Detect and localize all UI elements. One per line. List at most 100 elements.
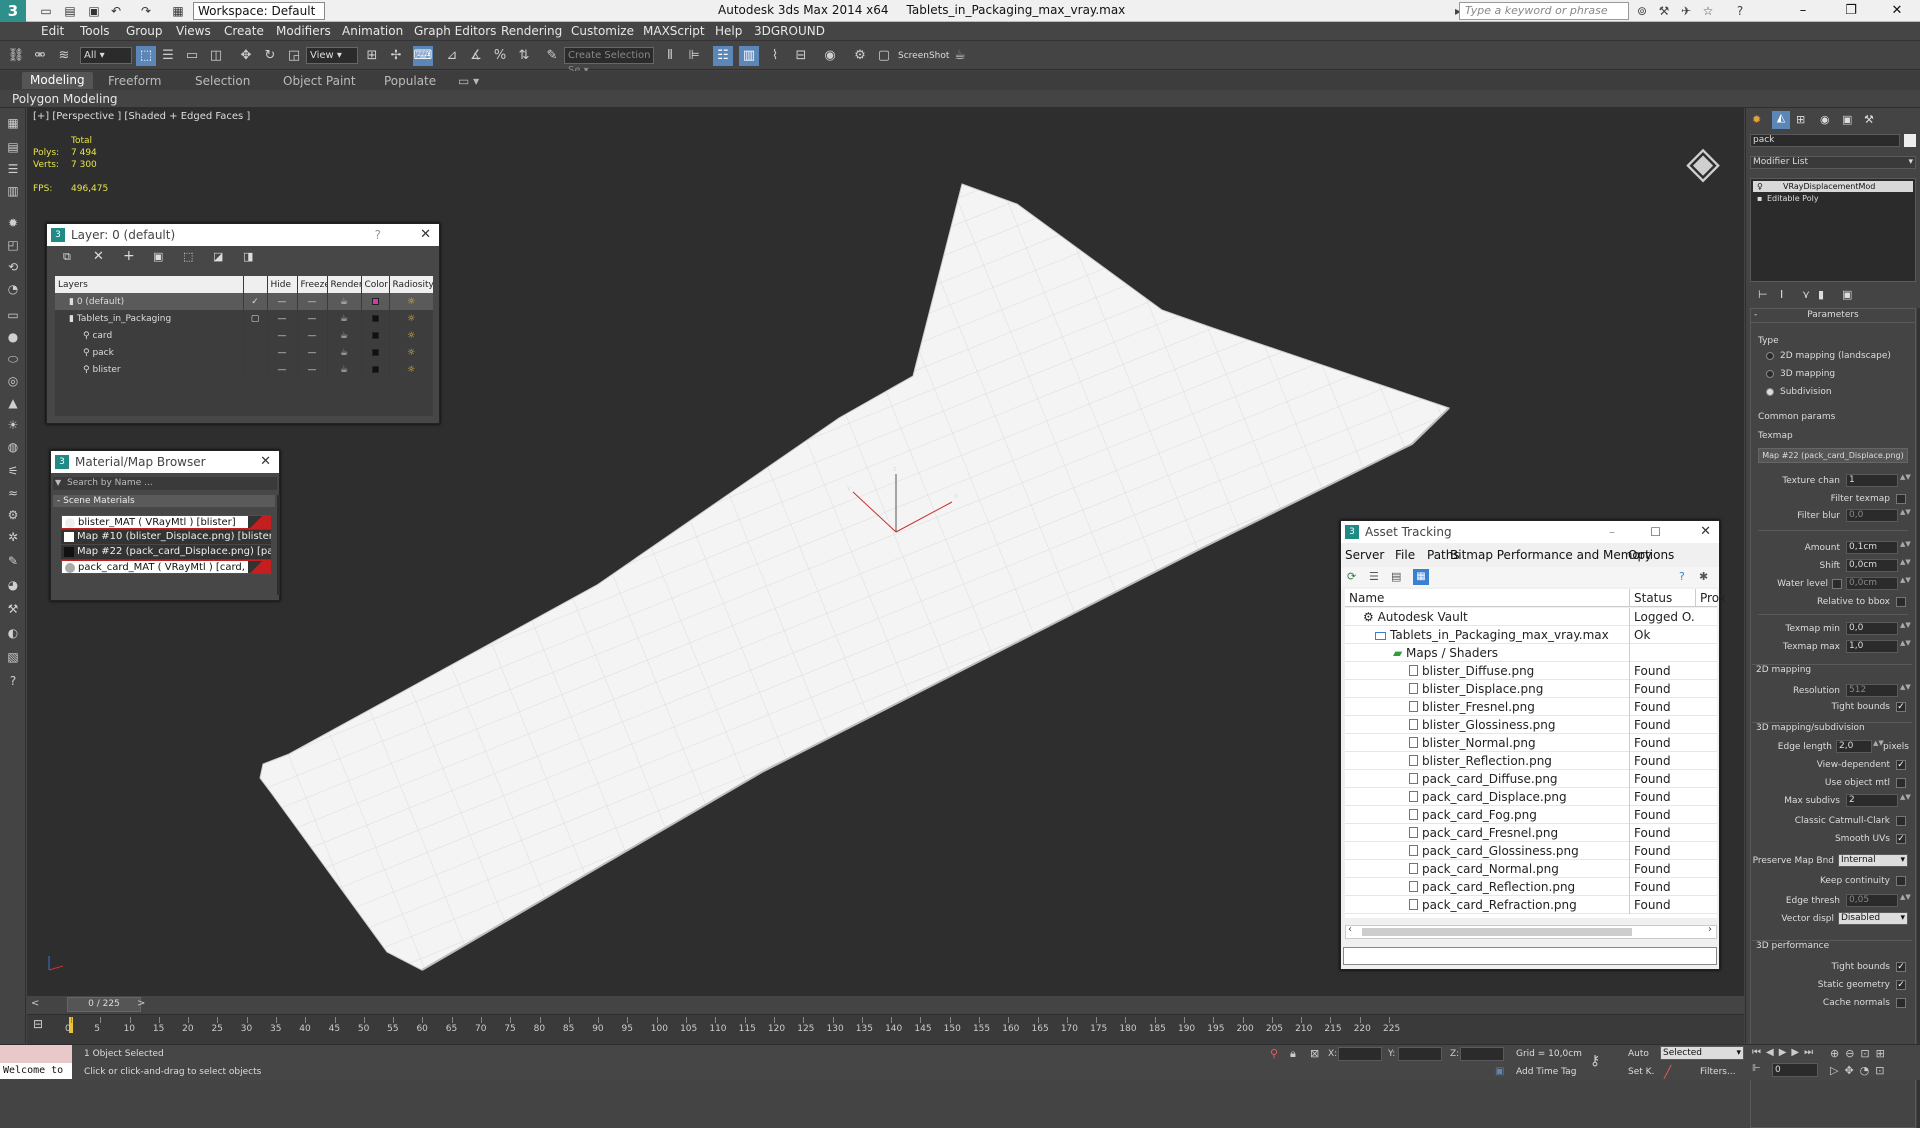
key-mode-icon[interactable]: ╱ (1664, 1065, 1671, 1079)
project-folder-icon[interactable]: ▦ (170, 3, 186, 19)
layer-current[interactable]: ▢ (243, 310, 268, 327)
filter-blur-field[interactable]: 0,0 (1846, 509, 1898, 522)
set-current-layer-icon[interactable]: ◪ (213, 250, 223, 263)
search-options-icon[interactable]: ▼ (55, 478, 61, 487)
delete-layer-icon[interactable]: ✕ (93, 249, 104, 264)
reference-coordinate-dropdown[interactable]: View ▾ (306, 47, 358, 64)
absolute-mode-icon[interactable]: ⊠ (1310, 1047, 1319, 1060)
lock-icon[interactable]: ⚲ (1270, 1047, 1278, 1060)
layer-explorer-icon[interactable]: ☰ (3, 160, 23, 178)
bind-space-warp-icon[interactable]: ≋ (54, 46, 74, 66)
cone-icon[interactable]: ▲ (3, 394, 23, 412)
menu-modifiers[interactable]: Modifiers (276, 24, 331, 38)
asset-row[interactable]: pack_card_Glossiness.png Found (1345, 842, 1717, 860)
add-to-layer-icon[interactable]: + (123, 248, 135, 264)
teapot-icon[interactable]: ☕ (327, 310, 362, 327)
workspace-dropdown[interactable]: Workspace: Default ▾ (193, 2, 325, 34)
create-layer-icon[interactable]: ⧉ (63, 250, 71, 264)
sun-icon[interactable]: ☀ (3, 416, 23, 434)
viewport-layout-icon[interactable]: ▦ (3, 114, 23, 132)
teapot-icon[interactable]: ☕ (327, 361, 362, 378)
tree-view-icon[interactable]: ▤ (1391, 570, 1401, 583)
amount-field[interactable]: 0,1cm (1846, 541, 1898, 554)
material-editor-icon[interactable]: ◉ (820, 46, 840, 66)
texmap-max-field[interactable]: 1,0 (1846, 640, 1898, 653)
selection-lock-icon[interactable]: 🔒︎ (1290, 1047, 1296, 1061)
menu-rendering[interactable]: Rendering (501, 24, 562, 38)
type-radio-3d[interactable] (1766, 370, 1774, 378)
select-manipulate-icon[interactable]: ✢ (386, 46, 406, 66)
cache-normals-checkbox[interactable] (1896, 998, 1906, 1008)
asset-row[interactable]: pack_card_Diffuse.png Found (1345, 770, 1717, 788)
object-color-swatch[interactable] (1904, 134, 1916, 147)
menu-views[interactable]: Views (176, 24, 211, 38)
minimize-icon[interactable]: – (1609, 521, 1615, 543)
list-view-icon[interactable]: ☰ (1369, 570, 1379, 583)
asset-row[interactable]: blister_Reflection.png Found (1345, 752, 1717, 770)
close-icon[interactable]: ✕ (420, 224, 431, 246)
col-layers[interactable]: Layers (55, 276, 244, 293)
asset-row[interactable]: blister_Normal.png Found (1345, 734, 1717, 752)
layer-name[interactable]: ⚲ card (55, 327, 244, 344)
water-level-field[interactable]: 0,0cm (1846, 577, 1898, 590)
screenshot-label[interactable]: ScreenShot (898, 51, 949, 61)
lightbulb-icon[interactable]: ♀ (1757, 181, 1763, 192)
asset-row[interactable]: blister_Fresnel.png Found (1345, 698, 1717, 716)
spinner-icon[interactable]: ▲▼ (1900, 577, 1911, 590)
x-coordinate-field[interactable] (1338, 1047, 1382, 1061)
selection-filter-dropdown[interactable]: All ▾ (80, 47, 132, 64)
system-icon[interactable]: ⚙ (3, 506, 23, 524)
select-link-icon[interactable]: ⛓ (6, 46, 26, 66)
radiosity-icon[interactable]: ☼ (389, 344, 433, 361)
col-proxy[interactable]: Prox (1695, 589, 1726, 607)
select-highlighted-icon[interactable]: ▣ (153, 250, 163, 263)
tight-bounds-2d-checkbox[interactable]: ✓ (1896, 702, 1906, 712)
layer-row[interactable]: ⚲ blister — — ☕ ☼ (55, 361, 433, 378)
snaps-toggle-icon[interactable]: ⊿ (442, 46, 462, 66)
shift-field[interactable]: 0,0cm (1846, 559, 1898, 572)
stack-item-editable-poly[interactable]: ▪ Editable Poly (1753, 193, 1913, 204)
time-tag-icon[interactable]: ▣ (1495, 1066, 1504, 1077)
y-coordinate-field[interactable] (1398, 1047, 1442, 1061)
close-icon[interactable]: ✕ (1700, 521, 1711, 543)
maxscript-listener-pink[interactable] (0, 1045, 72, 1063)
asset-row[interactable]: pack_card_Normal.png Found (1345, 860, 1717, 878)
named-selection-dropdown[interactable]: Create Selection Se ▾ (564, 47, 654, 76)
paint-icon[interactable]: ✎ (3, 552, 23, 570)
close-icon[interactable]: ✕ (1874, 0, 1920, 22)
asset-tracking-titlebar[interactable]: 3 Asset Tracking – ☐ ✕ (1341, 521, 1719, 543)
tab-populate[interactable]: Populate (384, 74, 436, 88)
layer-freeze-toggle[interactable]: — (297, 361, 328, 378)
asset-row[interactable]: Tablets_in_Packaging_max_vray.max Ok (1345, 626, 1717, 644)
spinner-icon[interactable]: ▲▼ (1900, 474, 1911, 487)
material-item[interactable]: blister_MAT ( VRayMtl ) [blister] (61, 515, 271, 529)
texture-chan-field[interactable]: 1 (1846, 474, 1898, 487)
layer-row[interactable]: ▮ Tablets_in_Packaging ▢ — — ☕ ☼ (55, 310, 433, 327)
asset-row[interactable]: pack_card_Displace.png Found (1345, 788, 1717, 806)
edit-named-selection-icon[interactable]: ✎ (542, 46, 562, 66)
time-prev-icon[interactable]: < (31, 998, 45, 1012)
layer-window-titlebar[interactable]: 3 Layer: 0 (default) ? ✕ (47, 224, 439, 246)
spinner-icon[interactable]: ▲▼ (1900, 622, 1911, 635)
collapse-icon[interactable]: - (1754, 310, 1757, 320)
table-view-icon[interactable]: ▦ (1413, 569, 1429, 585)
communication-center-icon[interactable]: ✈ (1677, 3, 1695, 19)
asset-row[interactable]: blister_Displace.png Found (1345, 680, 1717, 698)
percent-snap-icon[interactable]: % (490, 46, 510, 66)
make-unique-icon[interactable]: ⋎ (1802, 288, 1810, 301)
col-name[interactable]: Name (1349, 589, 1384, 607)
torus-icon[interactable]: ◎ (3, 372, 23, 390)
asset-row[interactable]: blister_Diffuse.png Found (1345, 662, 1717, 680)
select-by-name-icon[interactable]: ☰ (158, 46, 178, 66)
teapot-icon[interactable]: ☕ (327, 293, 362, 310)
track-bar[interactable]: ⊟ 0 5 10 15 20 25 30 35 40 45 50 55 60 65 70 75 80 85 90 95… (27, 1014, 1744, 1044)
time-slider-thumb[interactable]: 0 / 225 (67, 997, 141, 1012)
subscription-icon[interactable]: ⚒ (1655, 3, 1673, 19)
asset-row[interactable]: blister_Glossiness.png Found (1345, 716, 1717, 734)
material-item[interactable]: Map #22 (pack_card_Displace.png) [pack] (61, 545, 271, 559)
object-name-field[interactable]: pack (1750, 134, 1900, 147)
asset-row[interactable]: pack_card_Fresnel.png Found (1345, 824, 1717, 842)
time-next-icon[interactable]: > (137, 998, 151, 1012)
open-file-icon[interactable]: ▤ (62, 3, 78, 19)
use-object-mtl-checkbox[interactable] (1896, 778, 1906, 788)
